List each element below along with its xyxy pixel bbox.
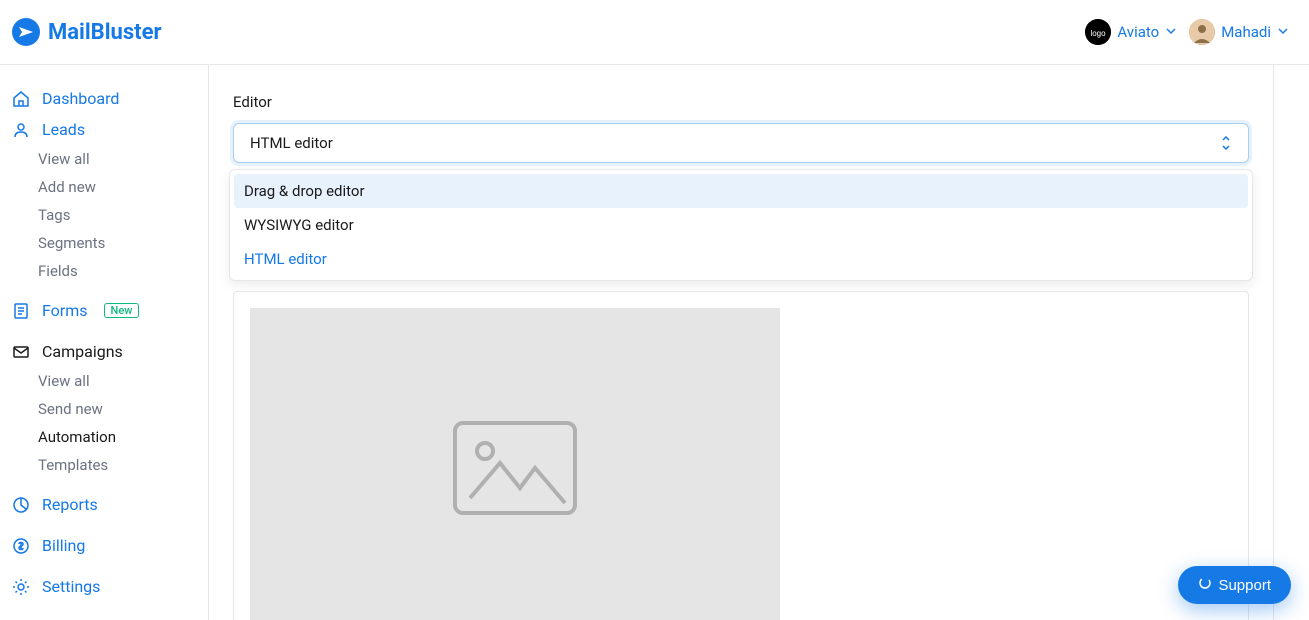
- logo-text: MailBluster: [48, 20, 162, 45]
- user-name: Mahadi: [1221, 23, 1271, 41]
- logo[interactable]: MailBluster: [12, 18, 162, 46]
- sidebar-label: Reports: [42, 495, 98, 514]
- home-icon: [12, 90, 30, 108]
- sidebar-subitem-campaigns-viewall[interactable]: View all: [0, 367, 208, 395]
- sidebar-subitem-leads-fields[interactable]: Fields: [0, 257, 208, 285]
- chevron-down-icon: [1165, 25, 1177, 40]
- gear-icon: [12, 578, 30, 596]
- dollar-icon: [12, 537, 30, 555]
- image-placeholder: [250, 308, 780, 620]
- dropdown-option-dragdrop[interactable]: Drag & drop editor: [234, 174, 1248, 208]
- support-button[interactable]: Support: [1178, 566, 1291, 604]
- sidebar-subitem-campaigns-templates[interactable]: Templates: [0, 451, 208, 479]
- sidebar-label: Campaigns: [42, 342, 123, 361]
- right-panel: [1273, 65, 1309, 620]
- sidebar-item-billing[interactable]: Billing: [0, 530, 208, 561]
- dropdown-option-html[interactable]: HTML editor: [234, 242, 1248, 276]
- support-icon: [1198, 576, 1212, 594]
- new-badge: New: [104, 303, 140, 318]
- envelope-icon: [12, 343, 30, 361]
- sidebar-subitem-campaigns-automation[interactable]: Automation: [0, 423, 208, 451]
- select-arrows-icon: [1220, 135, 1232, 151]
- sidebar-subitem-leads-tags[interactable]: Tags: [0, 201, 208, 229]
- sidebar-subitem-campaigns-sendnew[interactable]: Send new: [0, 395, 208, 423]
- svg-text:logo: logo: [1091, 29, 1107, 38]
- support-label: Support: [1218, 577, 1271, 594]
- sidebar-label: Forms: [42, 301, 88, 320]
- sidebar-subitem-leads-addnew[interactable]: Add new: [0, 173, 208, 201]
- sidebar-item-settings[interactable]: Settings: [0, 571, 208, 602]
- sidebar-label: Settings: [42, 577, 100, 596]
- sidebar: Dashboard Leads View all Add new Tags Se…: [0, 65, 209, 620]
- workspace-name: Aviato: [1117, 23, 1159, 41]
- user-menu[interactable]: Mahadi: [1189, 19, 1289, 45]
- main-layout: Dashboard Leads View all Add new Tags Se…: [0, 65, 1309, 620]
- form-icon: [12, 302, 30, 320]
- sidebar-item-dashboard[interactable]: Dashboard: [0, 83, 208, 114]
- logo-icon: [12, 18, 40, 46]
- user-avatar: [1189, 19, 1215, 45]
- workspace-avatar: logo: [1085, 19, 1111, 45]
- editor-label: Editor: [233, 93, 1249, 111]
- workspace-switcher[interactable]: logo Aviato: [1085, 19, 1177, 45]
- select-value: HTML editor: [250, 134, 333, 152]
- content: Editor HTML editor Drag & drop editor WY…: [209, 65, 1273, 620]
- header: MailBluster logo Aviato Mahadi: [0, 0, 1309, 65]
- user-icon: [12, 121, 30, 139]
- sidebar-item-reports[interactable]: Reports: [0, 489, 208, 520]
- sidebar-label: Dashboard: [42, 89, 119, 108]
- sidebar-item-campaigns[interactable]: Campaigns: [0, 336, 208, 367]
- sidebar-item-leads[interactable]: Leads: [0, 114, 208, 145]
- editor-select[interactable]: HTML editor: [233, 123, 1249, 163]
- sidebar-item-forms[interactable]: Forms New: [0, 295, 208, 326]
- chart-icon: [12, 496, 30, 514]
- sidebar-subitem-leads-viewall[interactable]: View all: [0, 145, 208, 173]
- preview-panel: [233, 291, 1249, 620]
- header-right: logo Aviato Mahadi: [1085, 19, 1289, 45]
- chevron-down-icon: [1277, 25, 1289, 40]
- dropdown-option-wysiwyg[interactable]: WYSIWYG editor: [234, 208, 1248, 242]
- sidebar-label: Leads: [42, 120, 85, 139]
- sidebar-subitem-leads-segments[interactable]: Segments: [0, 229, 208, 257]
- sidebar-label: Billing: [42, 536, 85, 555]
- editor-dropdown: Drag & drop editor WYSIWYG editor HTML e…: [229, 169, 1253, 281]
